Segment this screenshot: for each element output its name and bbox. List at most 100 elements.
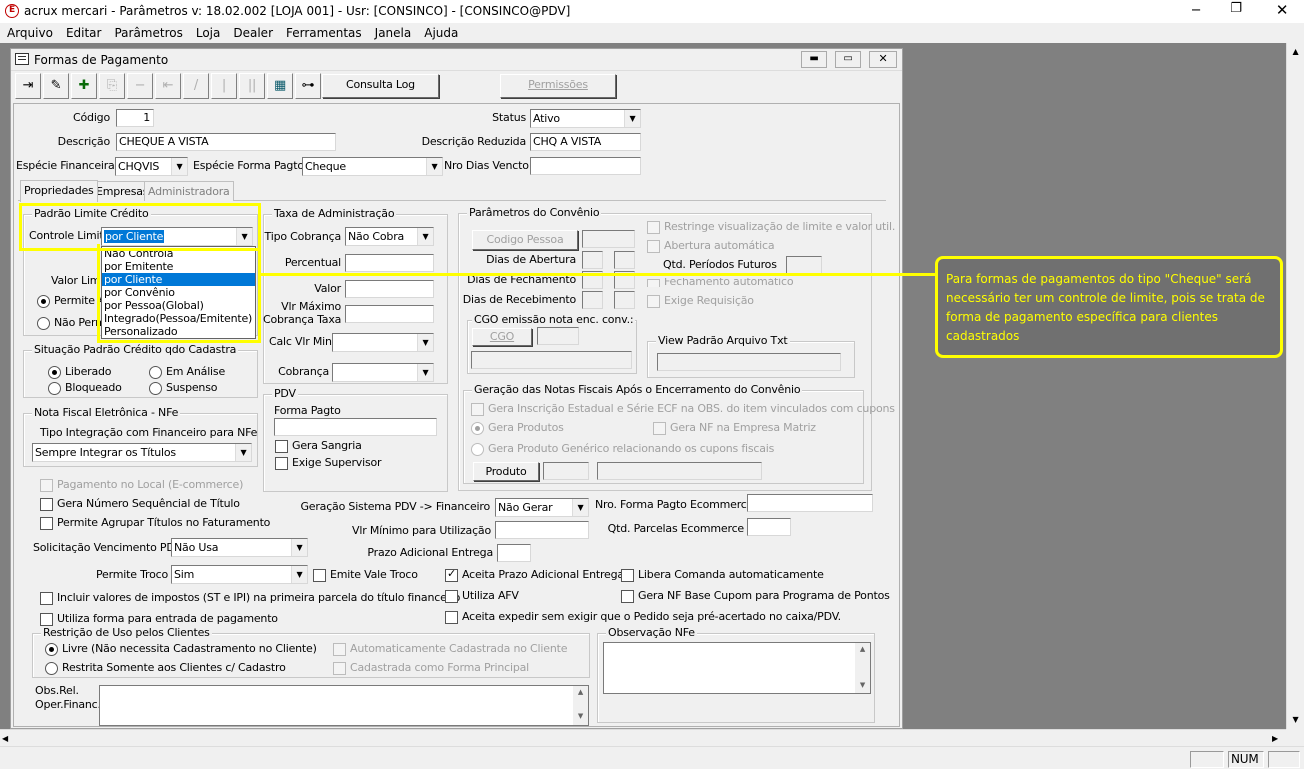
utiliza-forma-checkbox[interactable]: Utiliza forma para entrada de pagamento — [40, 612, 278, 626]
restringe-checkbox[interactable]: Restringe visualização de limite e valor… — [647, 220, 895, 234]
child-close-icon[interactable]: ✕ — [869, 51, 897, 68]
emite-vale-troco-checkbox[interactable]: Emite Vale Troco — [313, 568, 418, 582]
codigo-field[interactable]: 1 — [116, 109, 154, 127]
minimize-icon[interactable]: − — [1186, 3, 1206, 18]
gera-inscricao-checkbox[interactable]: Gera Inscrição Estadual e Série ECF na O… — [471, 402, 895, 416]
cadastrada-principal-checkbox[interactable]: Cadastrada como Forma Principal — [333, 661, 529, 675]
especie-forma-select[interactable]: Cheque ▼ — [302, 157, 443, 176]
prazo-adicional-field[interactable] — [497, 544, 531, 562]
child-restore-icon[interactable]: ▭ — [835, 51, 861, 68]
binoculars-icon[interactable]: ⊶ — [295, 73, 321, 99]
observacao-nfe-textarea[interactable]: ▲ ▼ — [603, 642, 871, 694]
tipo-integracao-select[interactable]: Sempre Integrar os Títulos ▼ — [32, 443, 252, 462]
geracao-pdv-select[interactable]: Não Gerar ▼ — [495, 498, 589, 517]
menu-editar[interactable]: Editar — [66, 26, 102, 40]
permissoes-button[interactable]: Permissões — [500, 74, 616, 98]
scroll-up-icon[interactable]: ▲ — [1287, 43, 1304, 60]
suspenso-radio[interactable]: Suspenso — [149, 381, 217, 395]
next-record-icon[interactable]: | — [211, 73, 237, 99]
tab-propriedades[interactable]: Propriedades — [20, 180, 98, 202]
chevron-down-icon: ▼ — [417, 228, 433, 245]
chevron-down-icon: ▼ — [426, 158, 442, 175]
nro-dias-field[interactable] — [530, 157, 641, 175]
vlr-minimo-field[interactable] — [495, 521, 589, 539]
permite-troco-select[interactable]: Sim ▼ — [171, 565, 308, 584]
liberado-radio[interactable]: Liberado — [48, 365, 112, 379]
gera-sangria-checkbox[interactable]: Gera Sangria — [275, 439, 362, 453]
scroll-left-icon[interactable]: ◀ — [2, 731, 8, 746]
textarea-scrollbar[interactable]: ▲ ▼ — [855, 643, 870, 693]
permite-agrupar-checkbox[interactable]: Permite Agrupar Títulos no Faturamento — [40, 516, 270, 530]
auto-cadastrada-checkbox[interactable]: Automaticamente Cadastrada no Cliente — [333, 642, 567, 656]
vertical-scrollbar[interactable]: ▲ ▼ — [1286, 43, 1304, 729]
menu-ferramentas[interactable]: Ferramentas — [286, 26, 362, 40]
produto-button[interactable]: Produto — [473, 462, 539, 481]
restore-icon[interactable]: ❐ — [1226, 1, 1246, 16]
tipo-cobranca-select[interactable]: Não Cobra ▼ — [345, 227, 434, 246]
codigo-label: Código — [73, 111, 110, 124]
especie-financeira-select[interactable]: CHQVIS ▼ — [115, 157, 188, 176]
exige-requisicao-checkbox[interactable]: Exige Requisição — [647, 294, 754, 308]
em-analise-radio[interactable]: Em Análise — [149, 365, 225, 379]
forma-pagto-field[interactable] — [274, 418, 437, 436]
permite-radio[interactable]: Permite A — [37, 294, 106, 308]
bloqueado-radio[interactable]: Bloqueado — [48, 381, 122, 395]
exige-supervisor-checkbox[interactable]: Exige Supervisor — [275, 456, 382, 470]
gera-nf-base-checkbox[interactable]: Gera NF Base Cupom para Programa de Pont… — [621, 589, 890, 603]
nao-permite-radio[interactable]: Não Perm — [37, 316, 106, 330]
codigo-pessoa-button[interactable]: Codigo Pessoa — [472, 230, 578, 250]
scroll-right-icon[interactable]: ▶ — [1272, 731, 1278, 746]
tab-administradora[interactable]: Administradora — [144, 181, 234, 201]
cobranca-select[interactable]: ▼ — [332, 363, 434, 382]
horizontal-scrollbar[interactable]: ◀ ▶ — [0, 729, 1286, 746]
libera-comanda-checkbox[interactable]: Libera Comanda automaticamente — [621, 568, 824, 582]
close-icon[interactable]: ✕ — [1272, 1, 1292, 19]
qtd-parcelas-field[interactable] — [747, 518, 791, 536]
vlr-maximo-field[interactable] — [345, 305, 434, 323]
fechamento-automatico-checkbox[interactable]: Fechamento automático — [647, 278, 793, 287]
solicitacao-vencimento-select[interactable]: Não Usa ▼ — [171, 538, 308, 557]
livre-radio[interactable]: Livre (Não necessita Cadastramento no Cl… — [45, 642, 317, 656]
descricao-field[interactable]: CHEQUE A VISTA — [116, 133, 336, 151]
status-select[interactable]: Ativo ▼ — [530, 109, 641, 128]
nro-forma-ecommerce-field[interactable] — [747, 494, 873, 512]
incluir-impostos-checkbox[interactable]: Incluir valores de impostos (ST e IPI) n… — [40, 591, 460, 605]
gera-nf-matriz-checkbox[interactable]: Gera NF na Empresa Matriz — [653, 421, 816, 435]
aceita-prazo-checkbox[interactable]: Aceita Prazo Adicional Entrega — [445, 567, 624, 582]
menu-dealer[interactable]: Dealer — [233, 26, 273, 40]
menu-parametros[interactable]: Parâmetros — [114, 26, 182, 40]
utiliza-afv-checkbox[interactable]: Utiliza AFV — [445, 589, 519, 603]
add-icon[interactable]: ✚ — [71, 73, 97, 99]
last-record-icon[interactable]: || — [239, 73, 265, 99]
grid-icon[interactable]: ▦ — [267, 73, 293, 99]
prazo-adicional-label: Prazo Adicional Entrega — [367, 546, 493, 559]
restrita-radio[interactable]: Restrita Somente aos Clientes c/ Cadastr… — [45, 661, 286, 675]
menu-arquivo[interactable]: Arquivo — [7, 26, 53, 40]
menu-loja[interactable]: Loja — [196, 26, 221, 40]
gera-generico-radio[interactable]: Gera Produto Genérico relacionando os cu… — [471, 442, 774, 456]
gera-numero-checkbox[interactable]: Gera Número Sequêncial de Título — [40, 497, 240, 511]
consulta-log-button[interactable]: Consulta Log — [322, 74, 439, 98]
descricao-reduzida-field[interactable]: CHQ A VISTA — [530, 133, 641, 151]
app-logo-icon: E — [5, 4, 19, 18]
pagamento-local-checkbox[interactable]: Pagamento no Local (E-commerce) — [40, 478, 243, 492]
valor-field[interactable] — [345, 280, 434, 298]
abertura-automatica-checkbox[interactable]: Abertura automática — [647, 239, 775, 253]
percentual-field[interactable] — [345, 254, 434, 272]
first-record-icon[interactable]: ⇤ — [155, 73, 181, 99]
child-minimize-icon[interactable]: ▬ — [801, 51, 827, 68]
obs-rel-textarea[interactable]: ▲ ▼ — [99, 685, 589, 726]
aceita-expedir-checkbox[interactable]: Aceita expedir sem exigir que o Pedido s… — [445, 610, 841, 624]
scroll-down-icon[interactable]: ▼ — [1287, 711, 1304, 728]
exit-icon[interactable]: ⇥ — [15, 73, 41, 99]
delete-icon[interactable]: − — [127, 73, 153, 99]
eraser-icon[interactable]: ✎ — [43, 73, 69, 99]
calc-vlr-min-select[interactable]: ▼ — [332, 333, 434, 352]
duplicate-icon[interactable]: ⎘ — [99, 73, 125, 99]
cgo-button[interactable]: CGO — [472, 328, 532, 346]
previous-record-icon[interactable]: / — [183, 73, 209, 99]
gera-produtos-radio[interactable]: Gera Produtos — [471, 421, 564, 435]
obs-scrollbar[interactable]: ▲ ▼ — [573, 686, 588, 725]
menu-janela[interactable]: Janela — [375, 26, 412, 40]
menu-ajuda[interactable]: Ajuda — [424, 26, 458, 40]
